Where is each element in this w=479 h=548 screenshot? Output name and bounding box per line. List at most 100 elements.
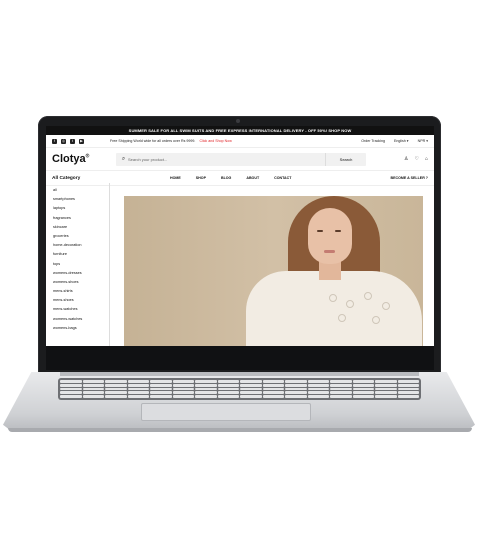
- category-item[interactable]: mens-shoes: [53, 296, 109, 305]
- keyboard-key: [150, 387, 172, 391]
- category-item[interactable]: tops: [53, 260, 109, 269]
- keyboard: [58, 378, 421, 400]
- keyboard-key: [105, 387, 127, 391]
- keyboard-key: [285, 380, 307, 383]
- keyboard-key: [195, 391, 217, 395]
- category-item[interactable]: all: [53, 186, 109, 195]
- hero-banner-image[interactable]: [124, 196, 423, 346]
- heart-icon[interactable]: ♡: [414, 156, 418, 162]
- lace-pattern: [364, 292, 372, 300]
- keyboard-key: [195, 380, 217, 383]
- keyboard-key: [217, 395, 239, 398]
- category-list: all smartphones laptops fragrances skinc…: [46, 183, 110, 346]
- all-category-toggle[interactable]: All Category: [52, 176, 170, 181]
- keyboard-key: [352, 391, 374, 395]
- order-tracking-link[interactable]: Order Tracking: [361, 139, 385, 143]
- keyboard-key: [105, 391, 127, 395]
- youtube-icon[interactable]: ▶: [79, 138, 84, 144]
- keyboard-key: [127, 391, 149, 395]
- category-item[interactable]: home-decoration: [53, 241, 109, 250]
- nav-home[interactable]: HOME: [170, 176, 181, 180]
- twitter-icon[interactable]: t: [70, 138, 75, 144]
- keyboard-key: [150, 380, 172, 383]
- currency-select[interactable]: NPR ▾: [418, 139, 428, 143]
- category-item[interactable]: womens-bags: [53, 324, 109, 333]
- keyboard-key: [217, 387, 239, 391]
- keyboard-key: [82, 391, 104, 395]
- search-icon: ⌕: [121, 155, 126, 162]
- site-logo[interactable]: Clotya®: [52, 153, 116, 165]
- keyboard-key: [285, 387, 307, 391]
- keyboard-key: [240, 383, 262, 387]
- keyboard-key: [217, 391, 239, 395]
- keyboard-key: [172, 395, 194, 398]
- keyboard-key: [150, 391, 172, 395]
- keyboard-key: [240, 391, 262, 395]
- keyboard-key: [307, 395, 329, 398]
- lace-pattern: [346, 300, 354, 308]
- site-header: Clotya® ⌕ Search your product... Search …: [46, 148, 434, 170]
- keyboard-key: [195, 383, 217, 387]
- keyboard-key: [375, 383, 397, 387]
- category-item[interactable]: skincare: [53, 223, 109, 232]
- laptop-screen: SUMMER SALE FOR ALL SWIM SUITS AND FREE …: [46, 126, 434, 346]
- keyboard-key: [375, 387, 397, 391]
- keyboard-key: [307, 387, 329, 391]
- category-item[interactable]: smartphones: [53, 195, 109, 204]
- keyboard-key: [105, 380, 127, 383]
- main-content: all smartphones laptops fragrances skinc…: [46, 183, 434, 346]
- category-item[interactable]: womens-dresses: [53, 269, 109, 278]
- keyboard-key: [397, 387, 419, 391]
- screen-bezel: [46, 346, 434, 370]
- shop-now-link[interactable]: Click and Shop Now: [199, 139, 231, 143]
- keyboard-key: [105, 383, 127, 387]
- category-item[interactable]: groceries: [53, 232, 109, 241]
- keyboard-key: [352, 395, 374, 398]
- keyboard-key: [172, 391, 194, 395]
- header-icons: ♙ ♡ ⌂: [404, 156, 428, 162]
- keyboard-key: [285, 383, 307, 387]
- keyboard-key: [172, 387, 194, 391]
- keyboard-key: [240, 395, 262, 398]
- search-input[interactable]: Search your product...: [128, 157, 325, 162]
- keyboard-key: [127, 387, 149, 391]
- model-lips: [324, 250, 335, 253]
- category-item[interactable]: womens-watches: [53, 315, 109, 324]
- lace-pattern: [382, 302, 390, 310]
- user-icon[interactable]: ♙: [404, 156, 408, 162]
- keyboard-key: [262, 391, 284, 395]
- language-select[interactable]: English ▾: [394, 139, 409, 143]
- category-item[interactable]: laptops: [53, 204, 109, 213]
- shipping-text: Free Shipping World wide for all orders …: [110, 139, 196, 143]
- keyboard-key: [150, 395, 172, 398]
- social-links: f ◎ t ▶: [52, 138, 84, 144]
- category-item[interactable]: furniture: [53, 250, 109, 259]
- keyboard-key: [60, 387, 82, 391]
- facebook-icon[interactable]: f: [52, 138, 57, 144]
- become-seller-link[interactable]: BECOME A SELLER ?: [391, 176, 428, 180]
- cart-icon[interactable]: ⌂: [425, 156, 428, 162]
- keyboard-key: [172, 383, 194, 387]
- category-item[interactable]: fragrances: [53, 214, 109, 223]
- keyboard-key: [307, 391, 329, 395]
- keyboard-key: [172, 380, 194, 383]
- keyboard-key: [330, 391, 352, 395]
- keyboard-key: [240, 380, 262, 383]
- nav-shop[interactable]: SHOP: [196, 176, 206, 180]
- keyboard-key: [217, 383, 239, 387]
- instagram-icon[interactable]: ◎: [61, 138, 66, 144]
- nav-about[interactable]: ABOUT: [246, 176, 259, 180]
- category-item[interactable]: womens-shoes: [53, 278, 109, 287]
- keyboard-key: [195, 395, 217, 398]
- search-button[interactable]: Search: [325, 152, 366, 166]
- promo-banner[interactable]: SUMMER SALE FOR ALL SWIM SUITS AND FREE …: [46, 126, 434, 135]
- category-item[interactable]: mens-shirts: [53, 287, 109, 296]
- keyboard-key: [397, 380, 419, 383]
- keyboard-key: [195, 387, 217, 391]
- keyboard-key: [330, 395, 352, 398]
- category-item[interactable]: mens-watches: [53, 305, 109, 314]
- nav-contact[interactable]: CONTACT: [274, 176, 291, 180]
- keyboard-key: [60, 380, 82, 383]
- nav-blog[interactable]: BLOG: [221, 176, 231, 180]
- keyboard-key: [82, 395, 104, 398]
